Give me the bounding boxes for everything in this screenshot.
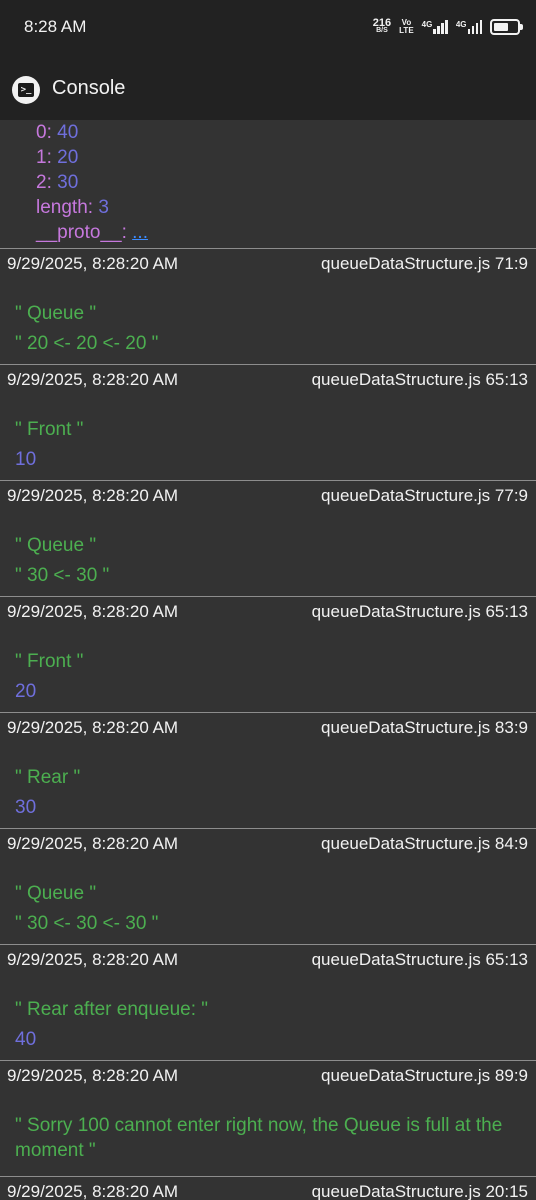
log-entries: 9/29/2025, 8:28:20 AM queueDataStructure.… — [0, 248, 536, 1200]
app-title: Console — [52, 77, 126, 99]
object-row: __proto__: ... — [36, 222, 148, 243]
log-entry-header: 9/29/2025, 8:28:20 AM queueDataStructure.… — [7, 254, 528, 276]
log-entry-header: 9/29/2025, 8:28:20 AM queueDataStructure.… — [7, 1066, 528, 1088]
log-entry-header: 9/29/2025, 8:28:20 AM queueDataStructure.… — [7, 718, 528, 740]
object-row: 0: 40 — [36, 122, 79, 143]
log-timestamp: 9/29/2025, 8:28:20 AM — [7, 1182, 179, 1200]
log-message: " Front " 10 — [15, 417, 526, 477]
log-entry: 9/29/2025, 8:28:20 AM queueDataStructure.… — [0, 480, 536, 596]
battery-icon — [490, 19, 523, 35]
log-source-link[interactable]: queueDataStructure.js 65:13 — [312, 602, 528, 624]
log-entry: 9/29/2025, 8:28:20 AM queueDataStructure.… — [0, 248, 536, 364]
log-entry-header: 9/29/2025, 8:28:20 AM queueDataStructure.… — [7, 950, 528, 972]
log-entry: 9/29/2025, 8:28:20 AM queueDataStructure.… — [0, 712, 536, 828]
log-string-value: " Rear after enqueue: " — [15, 999, 209, 1020]
log-string-value: " 20 <- 20 <- 20 " — [15, 333, 159, 354]
network-type-1: 4G — [421, 20, 433, 29]
log-entry-header: 9/29/2025, 8:28:20 AM queueDataStructure.… — [7, 602, 528, 624]
log-string-value: " Queue " — [15, 883, 97, 904]
log-entry: 9/29/2025, 8:28:20 AM queueDataStructure.… — [0, 1176, 536, 1200]
log-timestamp: 9/29/2025, 8:28:20 AM — [7, 370, 179, 389]
log-number-value: 10 — [15, 449, 37, 470]
app-bar: >_ Console — [0, 56, 536, 120]
log-entry-header: 9/29/2025, 8:28:20 AM queueDataStructure.… — [7, 370, 528, 392]
status-icons: 216 B/S Vo LTE 4G 4G — [372, 15, 523, 39]
log-entry-header: 9/29/2025, 8:28:20 AM queueDataStructure.… — [7, 486, 528, 508]
signal-icon-sim1: 4G — [422, 20, 448, 34]
log-timestamp: 9/29/2025, 8:28:20 AM — [7, 254, 179, 273]
log-timestamp: 9/29/2025, 8:28:20 AM — [7, 834, 179, 853]
log-string-value: " Queue " — [15, 303, 97, 324]
log-timestamp: 9/29/2025, 8:28:20 AM — [7, 718, 179, 737]
log-message: " Queue " " 30 <- 30 " — [15, 533, 526, 593]
log-number-value: 40 — [15, 1029, 37, 1050]
log-number-value: 30 — [15, 797, 37, 818]
log-string-value: " Sorry 100 cannot enter right now, the … — [15, 1115, 503, 1161]
log-message: " Rear after enqueue: " 40 — [15, 997, 526, 1057]
network-speed-unit: B/S — [376, 27, 388, 34]
log-source-link[interactable]: queueDataStructure.js 71:9 — [321, 254, 528, 276]
console-output[interactable]: 0: 40 1: 20 2: 30 length: 3 __proto__: .… — [0, 120, 536, 1200]
log-entry: 9/29/2025, 8:28:20 AM queueDataStructure.… — [0, 944, 536, 1060]
log-string-value: " Queue " — [15, 535, 97, 556]
network-speed: 216 B/S — [372, 17, 392, 35]
log-string-value: " Front " — [15, 419, 84, 440]
log-message: " Rear " 30 — [15, 765, 526, 825]
log-timestamp: 9/29/2025, 8:28:20 AM — [7, 1066, 179, 1085]
proto-expand-link[interactable]: ... — [132, 222, 148, 243]
log-entry: 9/29/2025, 8:28:20 AM queueDataStructure.… — [0, 828, 536, 944]
volte-bottom: LTE — [399, 26, 414, 35]
log-number-value: 20 — [15, 681, 37, 702]
network-type-2: 4G — [455, 20, 467, 29]
log-source-link[interactable]: queueDataStructure.js 65:13 — [312, 370, 528, 392]
log-string-value: " Rear " — [15, 767, 81, 788]
log-message: " Front " 20 — [15, 649, 526, 709]
log-source-link[interactable]: queueDataStructure.js 89:9 — [321, 1066, 528, 1088]
log-entry-header: 9/29/2025, 8:28:20 AM queueDataStructure.… — [7, 834, 528, 856]
log-source-link[interactable]: queueDataStructure.js 83:9 — [321, 718, 528, 740]
status-bar: 8:28 AM 216 B/S Vo LTE 4G 4G — [0, 0, 536, 56]
terminal-icon: >_ — [18, 83, 34, 97]
log-source-link[interactable]: queueDataStructure.js 84:9 — [321, 834, 528, 856]
log-timestamp: 9/29/2025, 8:28:20 AM — [7, 602, 179, 621]
log-source-link[interactable]: queueDataStructure.js 65:13 — [312, 950, 528, 972]
log-string-value: " Front " — [15, 651, 84, 672]
object-row: 1: 20 — [36, 147, 79, 168]
signal-bars-1 — [433, 20, 448, 34]
log-entry: 9/29/2025, 8:28:20 AM queueDataStructure.… — [0, 596, 536, 712]
object-row: 2: 30 — [36, 172, 79, 193]
log-string-value: " 30 <- 30 <- 30 " — [15, 913, 159, 934]
battery-level — [494, 23, 508, 31]
log-message: " Queue " " 20 <- 20 <- 20 " — [15, 301, 526, 361]
object-row: length: 3 — [36, 197, 109, 218]
network-speed-value: 216 — [372, 17, 392, 29]
signal-icon-sim2: 4G — [456, 20, 482, 34]
log-source-link[interactable]: queueDataStructure.js 20:15 — [312, 1182, 528, 1200]
log-message: " Queue " " 30 <- 30 <- 30 " — [15, 881, 526, 941]
console-app-icon: >_ — [12, 76, 40, 104]
log-entry: 9/29/2025, 8:28:20 AM queueDataStructure.… — [0, 364, 536, 480]
expanded-array-object: 0: 40 1: 20 2: 30 length: 3 __proto__: .… — [0, 120, 536, 248]
log-entry-header: 9/29/2025, 8:28:20 AM queueDataStructure.… — [7, 1182, 528, 1200]
volte-icon: Vo LTE — [399, 19, 414, 35]
log-entry: 9/29/2025, 8:28:20 AM queueDataStructure.… — [0, 1060, 536, 1176]
signal-bars-2 — [467, 20, 482, 34]
log-timestamp: 9/29/2025, 8:28:20 AM — [7, 950, 179, 969]
status-time: 8:28 AM — [24, 17, 87, 36]
log-string-value: " 30 <- 30 " — [15, 565, 110, 586]
log-message: " Sorry 100 cannot enter right now, the … — [15, 1113, 526, 1163]
log-source-link[interactable]: queueDataStructure.js 77:9 — [321, 486, 528, 508]
log-timestamp: 9/29/2025, 8:28:20 AM — [7, 486, 179, 505]
